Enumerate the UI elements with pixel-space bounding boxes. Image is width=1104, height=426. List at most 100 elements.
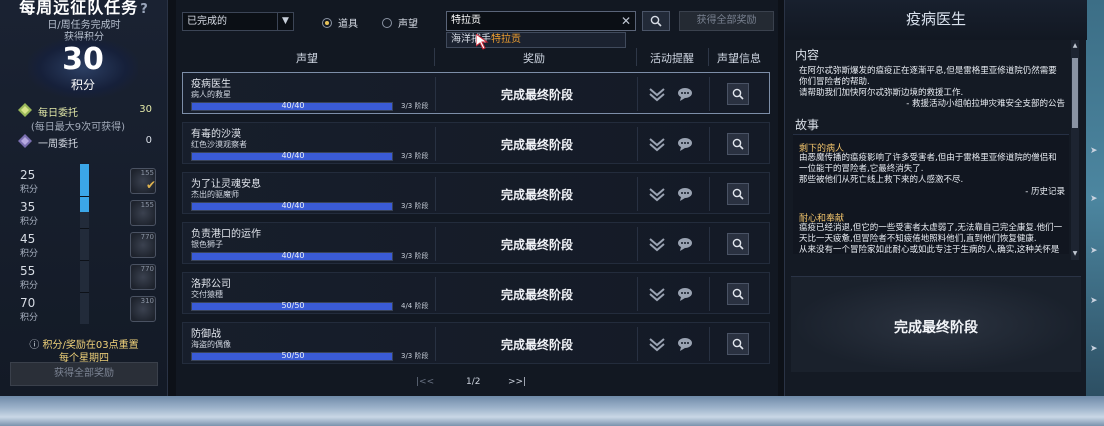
search-button[interactable] (642, 11, 670, 31)
reward-tier-2[interactable]: 35 积分 155 (10, 200, 160, 232)
reward-level: 770 (140, 233, 154, 241)
table-row[interactable]: 洛邦公司 交付猿穗 50/50 4/4 阶段 完成最终阶段 (182, 272, 770, 314)
side-arrow-icon[interactable]: ➤ (1090, 246, 1100, 256)
notify-chevron-icon[interactable] (649, 235, 665, 253)
chat-bubble-icon[interactable] (677, 237, 693, 251)
side-arrow-icon[interactable]: ➤ (1090, 146, 1100, 156)
table-row[interactable]: 疫病医生 病人的救星 40/40 3/3 阶段 完成最终阶段 (182, 72, 770, 114)
row-reputation-title: 红色沙漠观察者 (191, 140, 247, 149)
reward-box-icon[interactable]: 770 (130, 264, 156, 290)
row-divider (637, 277, 638, 311)
row-stage: 4/4 阶段 (401, 302, 429, 310)
chat-bubble-icon[interactable] (677, 287, 693, 301)
complete-final-stage-button[interactable]: 完成最终阶段 (791, 276, 1081, 372)
detail-scrollbar[interactable]: ▲ ▼ (1071, 40, 1079, 260)
row-divider (709, 127, 710, 161)
radio-selected-icon[interactable] (322, 18, 332, 28)
tier-points: 70 (20, 296, 36, 310)
row-divider (435, 327, 436, 361)
table-row[interactable]: 负责港口的运作 银色狮子 40/40 3/3 阶段 完成最终阶段 (182, 222, 770, 264)
reward-level: 155 (140, 169, 154, 177)
tier-points-label: 积分 (20, 313, 39, 323)
detail-header: 疫病医生 (785, 0, 1087, 40)
claim-all-points-button[interactable]: 获得全部奖励 (10, 362, 158, 386)
row-progress-bar: 50/50 (191, 301, 393, 311)
side-arrow-icon[interactable]: ➤ (1090, 344, 1100, 354)
side-arrow-icon[interactable]: ➤ (1090, 296, 1100, 306)
reward-tier-4[interactable]: 55 积分 770 (10, 264, 160, 296)
reputation-info-button[interactable] (727, 233, 749, 255)
reward-box-icon[interactable]: 310 (130, 296, 156, 322)
row-divider (435, 227, 436, 261)
story-scroll-area[interactable]: 剩下的病人 由恶魔传播的瘟疫影响了许多受害者,但由于雷格里亚修道院的僧侣和 一位… (793, 134, 1069, 254)
search-icon (732, 88, 744, 100)
first-page-icon[interactable]: |<< (416, 377, 434, 387)
table-row[interactable]: 为了让灵魂安息 杰出的驱魔师 40/40 3/3 阶段 完成最终阶段 (182, 172, 770, 214)
reputation-info-button[interactable] (727, 333, 749, 355)
content-line-1: 在阿尔忒弥斯爆发的瘟疫正在逐渐平息,但是雷格里亚修道院仍然需要 (799, 66, 1057, 76)
chevron-down-icon[interactable]: ▼ (277, 13, 293, 30)
status-dropdown[interactable]: 已完成的 ▼ (182, 12, 294, 31)
last-page-icon[interactable]: >>| (508, 377, 526, 387)
table-row[interactable]: 有毒的沙漠 红色沙漠观察者 40/40 3/3 阶段 完成最终阶段 (182, 122, 770, 164)
notify-chevron-icon[interactable] (649, 185, 665, 203)
reward-tier-3[interactable]: 45 积分 770 (10, 232, 160, 264)
chat-bubble-icon[interactable] (677, 187, 693, 201)
search-input[interactable]: 特拉贡 ✕ (446, 11, 636, 31)
detail-panel: 疫病医生 内容 在阿尔忒弥斯爆发的瘟疫正在逐渐平息,但是雷格里亚修道院仍然需要 … (784, 0, 1087, 396)
row-reputation-name: 负责港口的运作 (191, 229, 261, 240)
chat-bubble-icon[interactable] (677, 137, 693, 151)
table-row[interactable]: 防御战 海盗的偶像 50/50 3/3 阶段 完成最终阶段 (182, 322, 770, 364)
row-divider (435, 277, 436, 311)
reward-box-icon[interactable]: 155 (130, 200, 156, 226)
reputation-info-button[interactable] (727, 183, 749, 205)
clear-icon[interactable]: ✕ (621, 12, 631, 30)
reputation-info-button[interactable] (727, 283, 749, 305)
row-divider (709, 277, 710, 311)
notify-chevron-icon[interactable] (649, 335, 665, 353)
notify-chevron-icon[interactable] (649, 285, 665, 303)
story1-line-1: 由恶魔传播的瘟疫影响了许多受害者,但由于雷格里亚修道院的僧侣和 (799, 153, 1057, 163)
row-progress-bar: 40/40 (191, 101, 393, 111)
radio-reputation-label: 声望 (398, 19, 418, 30)
pagination: |<< 1/2 >>| (416, 376, 546, 392)
row-stage: 3/3 阶段 (401, 152, 429, 160)
header-reputation: 声望 (296, 52, 318, 65)
side-arrow-icon[interactable]: ➤ (1090, 194, 1100, 204)
reward-tier-5[interactable]: 70 积分 310 (10, 296, 160, 328)
search-icon (732, 238, 744, 250)
search-suggestion[interactable]: 海洋捕手特拉贡 (446, 32, 626, 48)
row-stage: 3/3 阶段 (401, 202, 429, 210)
story2-line-2: 天比一天疲惫,但冒险者不知疲倦地照料他们,直到他们恢复健康. (799, 234, 1037, 244)
daily-value: 30 (139, 104, 152, 115)
tier-points-label: 积分 (20, 185, 39, 195)
reputation-info-button[interactable] (727, 83, 749, 105)
story1-signature: - 历史记录 (1025, 187, 1065, 197)
notify-chevron-icon[interactable] (649, 85, 665, 103)
chat-bubble-icon[interactable] (677, 337, 693, 351)
chat-bubble-icon[interactable] (677, 87, 693, 101)
panel-title-text: 每周远征队任务 (19, 0, 139, 17)
daily-label: 每日委托 (38, 108, 78, 119)
radio-reputation[interactable]: 声望 (382, 15, 418, 30)
row-reward: 完成最终阶段 (500, 138, 573, 152)
story1-line-2: 一位能干的冒险者,它最终消失了. (799, 164, 924, 174)
scroll-up-icon[interactable]: ▲ (1071, 42, 1079, 50)
row-reputation-name: 疫病医生 (191, 79, 231, 90)
row-reward: 完成最终阶段 (500, 88, 573, 102)
row-progress-bar: 50/50 (191, 351, 393, 361)
help-icon[interactable]: ? (140, 2, 149, 17)
radio-item[interactable]: 道具 (322, 15, 358, 30)
row-reputation-name: 为了让灵魂安息 (191, 179, 261, 190)
reward-box-icon[interactable]: 770 (130, 232, 156, 258)
scroll-thumb[interactable] (1072, 58, 1078, 128)
notify-chevron-icon[interactable] (649, 135, 665, 153)
tier-points: 45 (20, 232, 36, 246)
tier-points: 35 (20, 200, 36, 214)
claim-all-rewards-button[interactable]: 获得全部奖励 (679, 11, 774, 31)
reward-tier-1[interactable]: 25 积分 155 ✔ (10, 168, 160, 200)
reputation-info-button[interactable] (727, 133, 749, 155)
radio-unselected-icon[interactable] (382, 18, 392, 28)
scroll-down-icon[interactable]: ▼ (1071, 250, 1079, 258)
search-icon (732, 188, 744, 200)
